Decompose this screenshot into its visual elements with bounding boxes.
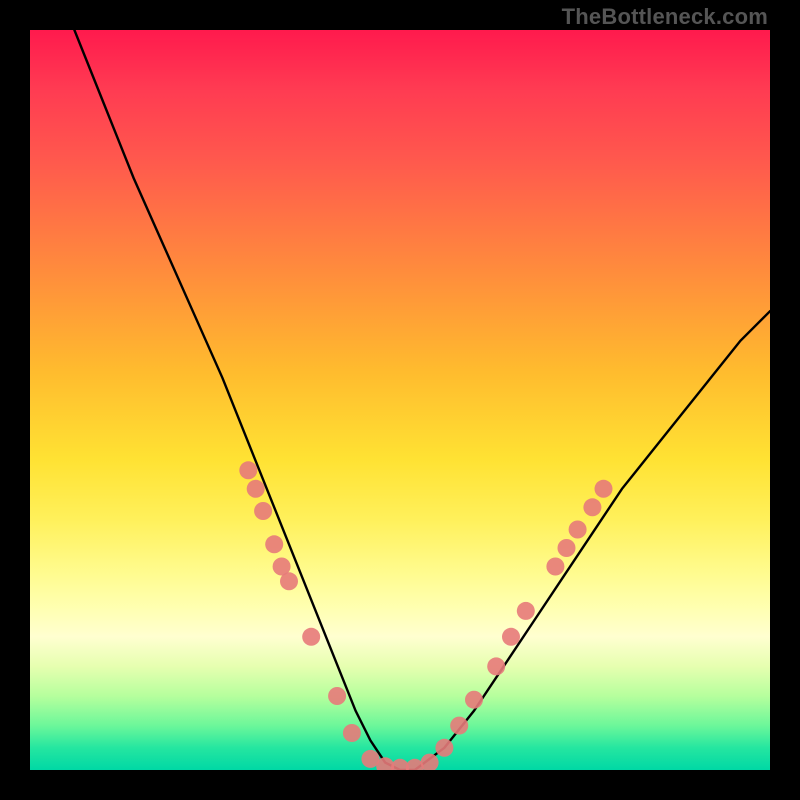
bottleneck-curve [74, 30, 770, 770]
data-marker [558, 539, 576, 557]
attribution-label: TheBottleneck.com [562, 4, 768, 30]
marker-layer [239, 461, 612, 770]
data-marker [302, 628, 320, 646]
plot-area [30, 30, 770, 770]
data-marker [343, 724, 361, 742]
chart-frame: TheBottleneck.com [0, 0, 800, 800]
data-marker [280, 572, 298, 590]
data-marker [450, 717, 468, 735]
data-marker [328, 687, 346, 705]
data-marker [421, 754, 439, 770]
chart-svg [30, 30, 770, 770]
data-marker [583, 498, 601, 516]
data-marker [247, 480, 265, 498]
data-marker [435, 739, 453, 757]
data-marker [254, 502, 272, 520]
data-marker [569, 521, 587, 539]
curve-layer [74, 30, 770, 770]
data-marker [517, 602, 535, 620]
data-marker [595, 480, 613, 498]
data-marker [239, 461, 257, 479]
data-marker [502, 628, 520, 646]
data-marker [487, 657, 505, 675]
data-marker [265, 535, 283, 553]
data-marker [465, 691, 483, 709]
data-marker [546, 558, 564, 576]
